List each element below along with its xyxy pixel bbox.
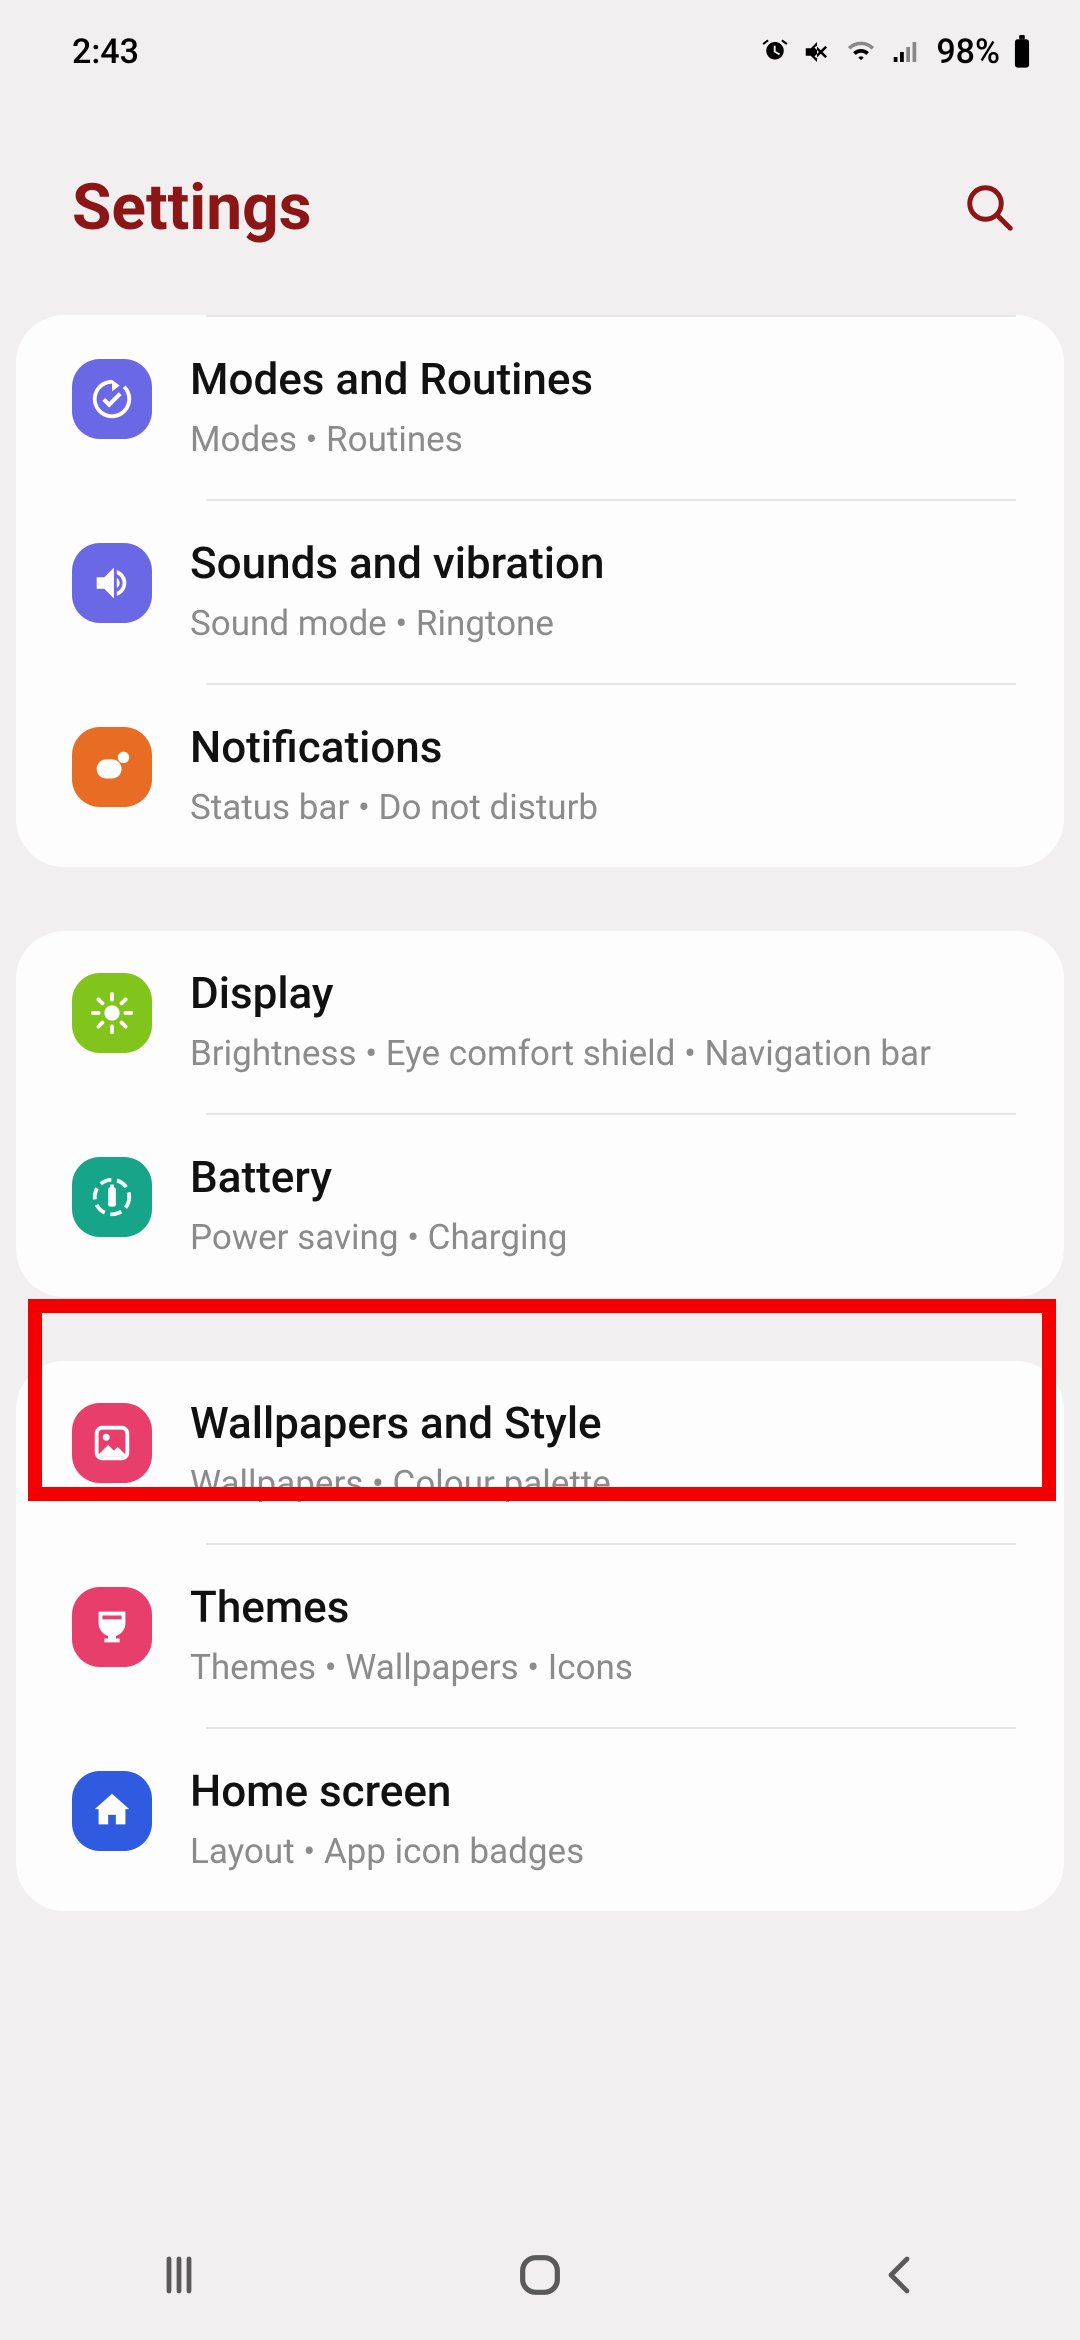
status-bar: 2:43 98% — [0, 0, 1080, 90]
row-title: Display — [190, 967, 1016, 1020]
row-title: Home screen — [190, 1765, 1016, 1818]
setting-row-wallpapers-style[interactable]: Wallpapers and Style Wallpapers • Colour… — [16, 1361, 1064, 1543]
home-icon — [72, 1771, 152, 1851]
setting-row-sounds-vibration[interactable]: Sounds and vibration Sound mode • Ringto… — [16, 501, 1064, 683]
setting-row-modes-routines[interactable]: Modes and Routines Modes • Routines — [16, 317, 1064, 499]
settings-group-3: Wallpapers and Style Wallpapers • Colour… — [16, 1361, 1064, 1911]
nav-recents-button[interactable] — [155, 2251, 203, 2299]
page-title: Settings — [72, 170, 312, 245]
row-title: Modes and Routines — [190, 353, 1016, 406]
setting-row-battery[interactable]: Battery Power saving • Charging — [16, 1115, 1064, 1297]
row-subtitle: Wallpapers • Colour palette — [190, 1460, 1016, 1507]
row-subtitle: Brightness • Eye comfort shield • Naviga… — [190, 1030, 1016, 1077]
display-icon — [72, 973, 152, 1053]
battery-icon — [72, 1157, 152, 1237]
row-subtitle: Modes • Routines — [190, 416, 1016, 463]
row-title: Sounds and vibration — [190, 537, 1016, 590]
settings-group-1: Modes and Routines Modes • Routines Soun… — [16, 315, 1064, 867]
mute-icon — [802, 37, 832, 67]
wallpapers-icon — [72, 1403, 152, 1483]
row-subtitle: Power saving • Charging — [190, 1214, 1016, 1261]
android-nav-bar — [0, 2210, 1080, 2340]
status-time: 2:43 — [72, 32, 139, 72]
row-subtitle: Sound mode • Ringtone — [190, 600, 1016, 647]
setting-row-themes[interactable]: Themes Themes • Wallpapers • Icons — [16, 1545, 1064, 1727]
search-button[interactable] — [960, 178, 1020, 238]
battery-percent: 98% — [936, 32, 1000, 72]
nav-back-button[interactable] — [877, 2251, 925, 2299]
signal-icon — [890, 37, 920, 67]
battery-icon — [1012, 35, 1032, 69]
status-icons: 98% — [760, 32, 1032, 72]
sound-icon — [72, 543, 152, 623]
notifications-icon — [72, 727, 152, 807]
setting-row-display[interactable]: Display Brightness • Eye comfort shield … — [16, 931, 1064, 1113]
setting-row-notifications[interactable]: Notifications Status bar • Do not distur… — [16, 685, 1064, 867]
row-subtitle: Status bar • Do not disturb — [190, 784, 1016, 831]
alarm-icon — [760, 37, 790, 67]
row-title: Battery — [190, 1151, 1016, 1204]
row-title: Wallpapers and Style — [190, 1397, 1016, 1450]
themes-icon — [72, 1587, 152, 1667]
nav-home-button[interactable] — [514, 2249, 566, 2301]
header: Settings — [0, 90, 1080, 315]
settings-group-2: Display Brightness • Eye comfort shield … — [16, 931, 1064, 1297]
row-title: Themes — [190, 1581, 1016, 1634]
setting-row-home-screen[interactable]: Home screen Layout • App icon badges — [16, 1729, 1064, 1911]
row-subtitle: Layout • App icon badges — [190, 1828, 1016, 1875]
wifi-icon — [844, 37, 878, 67]
row-title: Notifications — [190, 721, 1016, 774]
search-icon — [963, 181, 1017, 235]
row-subtitle: Themes • Wallpapers • Icons — [190, 1644, 1016, 1691]
modes-routines-icon — [72, 359, 152, 439]
